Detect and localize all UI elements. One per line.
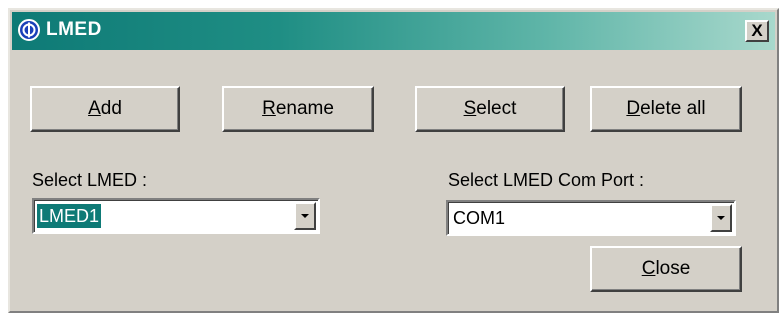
add-button[interactable]: Add — [30, 86, 180, 132]
rename-button[interactable]: Rename — [222, 86, 374, 132]
chevron-down-icon[interactable] — [294, 202, 316, 230]
select-lmed-dropdown[interactable]: LMED1 — [32, 198, 320, 234]
select-com-port-value: COM1 — [453, 208, 506, 228]
close-button[interactable]: Close — [590, 246, 742, 292]
phi-logo-icon — [18, 19, 40, 41]
lmed-dialog: LMED X Add Rename Select Delete all Sele… — [8, 8, 779, 313]
close-button-label: lose — [655, 258, 691, 279]
rename-button-label: ename — [275, 98, 334, 119]
close-icon: X — [751, 21, 763, 40]
select-com-port-label: Select LMED Com Port : — [448, 170, 645, 190]
delete-all-button-accel: D — [626, 98, 641, 119]
title-bar[interactable]: LMED X — [12, 12, 775, 50]
delete-all-button[interactable]: Delete all — [590, 86, 742, 132]
add-button-accel: A — [88, 98, 101, 119]
close-window-button[interactable]: X — [745, 20, 769, 42]
close-button-accel: C — [641, 258, 656, 279]
delete-all-button-label: elete all — [640, 98, 706, 119]
select-button-accel: S — [463, 98, 477, 119]
window-title: LMED — [46, 19, 102, 40]
select-com-port-dropdown[interactable]: COM1 — [446, 200, 736, 236]
select-lmed-value: LMED1 — [37, 204, 102, 228]
rename-button-accel: R — [262, 98, 276, 119]
select-lmed-label: Select LMED : — [32, 170, 148, 190]
chevron-down-icon[interactable] — [710, 204, 732, 232]
select-button[interactable]: Select — [415, 86, 565, 132]
add-button-label: dd — [100, 98, 122, 119]
select-button-label: elect — [476, 98, 517, 119]
